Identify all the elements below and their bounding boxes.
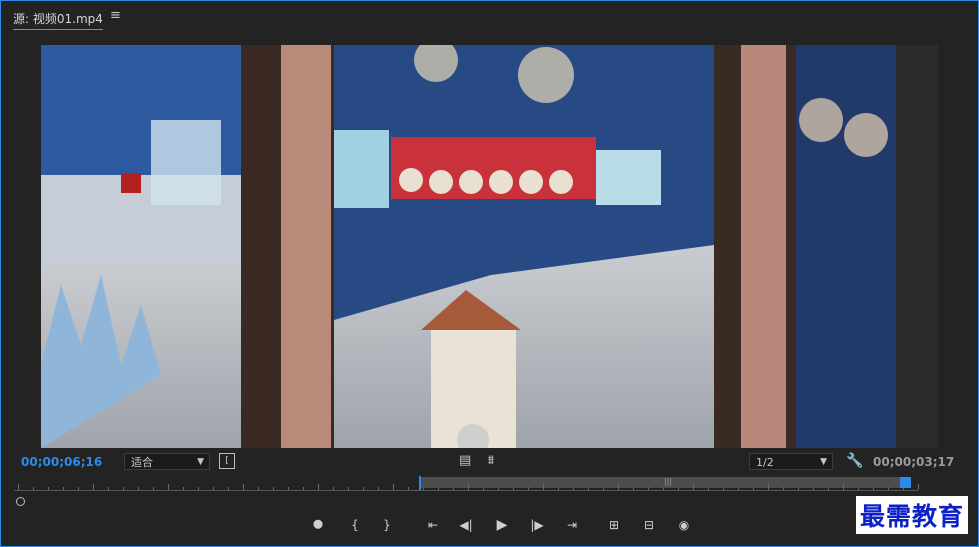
ruler-tick	[48, 487, 49, 490]
ruler-tick	[633, 487, 634, 490]
ruler-tick	[813, 487, 814, 490]
ruler-tick	[678, 487, 679, 490]
ruler-line	[14, 490, 918, 491]
ruler-tick	[63, 487, 64, 490]
hamburger-menu-icon[interactable]: ≡	[110, 8, 121, 23]
play-button[interactable]: ▶	[492, 515, 512, 535]
ruler-tick	[273, 487, 274, 490]
transport-controls: ⯃ { } ⇤ ◀| ▶ |▶ ⇥ ⊞ ⊟ ◉	[0, 515, 979, 535]
ruler-tick	[738, 487, 739, 490]
ruler-tick	[828, 487, 829, 490]
ruler-tick	[348, 487, 349, 490]
ruler-tick	[768, 484, 769, 490]
ruler-tick	[843, 484, 844, 490]
ruler-tick	[423, 487, 424, 490]
duration-timecode: 00;00;03;17	[873, 455, 955, 469]
playback-resolution-select[interactable]: 1/2 ▼	[749, 453, 833, 470]
ruler-tick	[573, 487, 574, 490]
ruler-tick	[93, 484, 94, 490]
ruler-tick	[753, 487, 754, 490]
ruler-tick	[873, 487, 874, 490]
go-to-out-button[interactable]: ⇥	[562, 515, 582, 535]
ruler-tick	[723, 487, 724, 490]
audio-waveform-icon[interactable]: ⩩	[484, 453, 498, 469]
ruler-tick	[528, 487, 529, 490]
ruler-tick	[483, 487, 484, 490]
go-to-in-button[interactable]: ⇤	[423, 515, 443, 535]
ruler-tick	[903, 487, 904, 490]
ruler-tick	[783, 487, 784, 490]
ruler-tick	[603, 487, 604, 490]
ruler-tick	[618, 484, 619, 490]
watermark-logo: 最需教育	[856, 496, 969, 534]
chevron-down-icon: ▼	[197, 457, 204, 467]
panel-title-tab[interactable]: 源: 视频01.mp4	[13, 10, 103, 30]
ruler-tick	[513, 487, 514, 490]
overwrite-button[interactable]: ⊟	[639, 515, 659, 535]
ruler-tick	[858, 487, 859, 490]
zoom-scroll-handle[interactable]	[16, 497, 25, 506]
ruler-tick	[318, 484, 319, 490]
ruler-tick	[198, 487, 199, 490]
export-frame-icon[interactable]: [	[219, 453, 235, 469]
ruler-tick	[498, 487, 499, 490]
ruler-tick	[588, 487, 589, 490]
ruler-tick	[708, 487, 709, 490]
step-back-button[interactable]: ◀|	[456, 515, 476, 535]
ruler-tick	[918, 484, 919, 490]
ruler-tick	[78, 487, 79, 490]
add-marker-button[interactable]: ⯃	[308, 515, 328, 535]
playback-resolution-value: 1/2	[756, 456, 774, 469]
ruler-tick	[183, 487, 184, 490]
video-frame-image	[41, 45, 938, 448]
ruler-tick	[543, 484, 544, 490]
ruler-tick	[213, 487, 214, 490]
ruler-tick	[108, 487, 109, 490]
ruler-tick	[453, 487, 454, 490]
ruler-tick	[168, 484, 169, 490]
in-point-handle[interactable]	[419, 476, 421, 490]
ruler-tick	[663, 487, 664, 490]
source-time-ruler[interactable]: |||	[14, 473, 919, 506]
mark-in-button[interactable]: {	[345, 515, 365, 535]
ruler-tick	[258, 487, 259, 490]
zoom-level-select[interactable]: 适合 ▼	[124, 453, 210, 470]
ruler-tick	[558, 487, 559, 490]
ruler-tick	[468, 484, 469, 490]
ruler-tick	[303, 487, 304, 490]
playhead[interactable]	[900, 477, 911, 488]
ruler-tick	[18, 484, 19, 490]
ruler-tick	[408, 487, 409, 490]
ruler-tick	[393, 484, 394, 490]
current-timecode[interactable]: 00;00;06;16	[21, 455, 102, 469]
mark-out-button[interactable]: }	[377, 515, 397, 535]
ruler-tick	[228, 487, 229, 490]
insert-button[interactable]: ⊞	[604, 515, 624, 535]
ruler-tick	[648, 487, 649, 490]
video-preview	[41, 45, 938, 448]
film-strip-icon[interactable]: ▤	[459, 453, 471, 469]
chevron-down-icon: ▼	[820, 457, 827, 467]
ruler-tick	[363, 487, 364, 490]
step-forward-button[interactable]: |▶	[527, 515, 547, 535]
ruler-tick	[138, 487, 139, 490]
camera-icon[interactable]: ◉	[674, 515, 694, 535]
panel-header: 源: 视频01.mp4 ≡	[0, 0, 979, 34]
ruler-tick	[438, 487, 439, 490]
ruler-tick	[123, 487, 124, 490]
ruler-tick	[33, 487, 34, 490]
ruler-tick	[378, 487, 379, 490]
ruler-tick	[693, 484, 694, 490]
ruler-tick	[798, 487, 799, 490]
wrench-icon[interactable]: 🔧	[846, 453, 863, 469]
ruler-tick	[888, 487, 889, 490]
ruler-tick	[288, 487, 289, 490]
ruler-tick	[243, 484, 244, 490]
range-grip-icon[interactable]: |||	[664, 477, 672, 488]
ruler-tick	[153, 487, 154, 490]
ruler-tick	[333, 487, 334, 490]
zoom-level-value: 适合	[131, 456, 153, 469]
